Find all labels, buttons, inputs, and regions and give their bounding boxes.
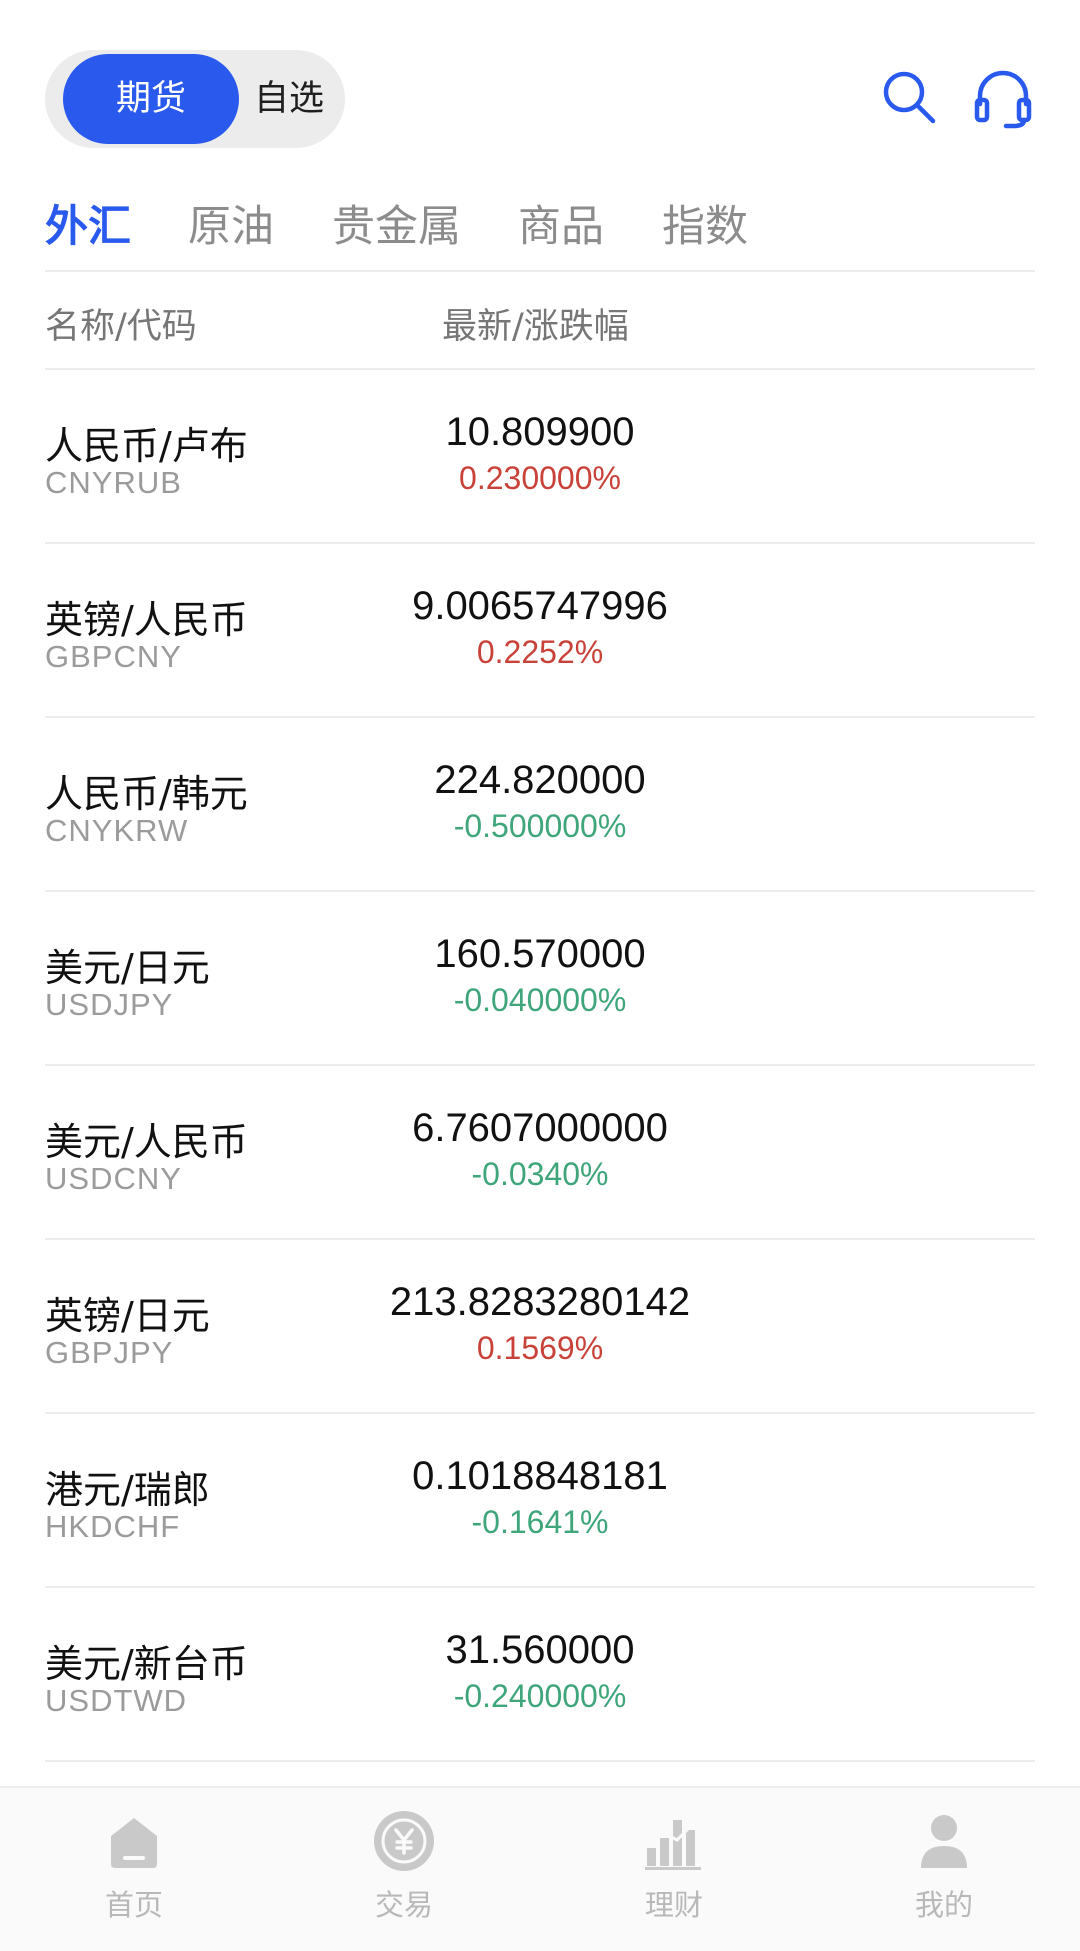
pair-name: 英镑/日元 [45,1294,210,1338]
top-bar: 期货 自选 [0,0,1080,160]
pair-code: USDTWD [45,1683,188,1718]
pair-name: 人民币/卢布 [45,424,248,468]
nav-home-label: 首页 [104,1888,163,1922]
tab-crude-oil[interactable]: 原油 [188,192,274,254]
pair-code: GBPCNY [45,639,182,674]
latest-price: 6.7607000000 [412,1106,668,1150]
tab-indices[interactable]: 指数 [662,192,748,254]
change-percent: 0.1569% [476,1330,604,1366]
nav-home[interactable]: 首页 [34,1808,234,1928]
pair-code: HKDCHF [45,1509,181,1544]
user-icon [921,1815,967,1868]
quote-row[interactable]: 英镑/日元 GBPJPY 213.8283280142 0.1569% [0,1240,1080,1414]
quote-row[interactable]: 人民币/卢布 CNYRUB 10.809900 0.230000% [0,370,1080,544]
yuan-coin-icon [374,1811,434,1871]
pair-name: 人民币/韩元 [45,772,248,816]
change-percent: -0.040000% [453,982,627,1018]
quote-row[interactable]: 美元/日元 USDJPY 160.570000 -0.040000% [0,892,1080,1066]
tab-precious-metals[interactable]: 贵金属 [332,192,461,254]
chart-bars-icon [645,1816,701,1870]
headset-icon[interactable] [970,64,1036,130]
latest-price: 213.8283280142 [389,1280,691,1324]
latest-price: 9.0065747996 [412,584,668,628]
pair-code: GBPJPY [45,1335,174,1370]
latest-price: 0.1018848181 [412,1454,668,1498]
nav-trade-label: 交易 [374,1888,433,1922]
quote-row[interactable]: 港元/瑞郎 HKDCHF 0.1018848181 -0.1641% [0,1414,1080,1588]
change-percent: 0.2252% [476,634,604,670]
latest-price: 160.570000 [434,932,646,976]
pair-code: USDCNY [45,1161,182,1196]
quote-row[interactable]: 人民币/韩元 CNYKRW 224.820000 -0.500000% [0,718,1080,892]
pair-name: 美元/日元 [45,946,210,990]
change-percent: -0.240000% [453,1678,627,1714]
column-header-name: 名称/代码 [45,307,197,347]
pair-name: 美元/人民币 [45,1120,248,1164]
nav-me-label: 我的 [914,1888,973,1922]
nav-me[interactable]: 我的 [844,1808,1044,1928]
quote-row[interactable]: 美元/新台币 USDTWD 31.560000 -0.240000% [0,1588,1080,1762]
tab-commodities[interactable]: 商品 [518,192,604,254]
row-divider [45,1760,1035,1762]
latest-price: 10.809900 [445,410,635,454]
change-percent: -0.500000% [453,808,627,844]
pair-name: 英镑/人民币 [45,598,248,642]
pair-code: CNYRUB [45,465,182,500]
pair-name: 美元/新台币 [45,1642,248,1686]
market-segment-control: 期货 自选 [45,50,345,148]
pair-code: USDJPY [45,987,174,1022]
latest-price: 224.820000 [434,758,646,802]
change-percent: 0.230000% [459,460,621,496]
bottom-navigation: 首页 交易 理财 我的 [0,1786,1080,1951]
tab-forex[interactable]: 外汇 [45,192,131,254]
latest-price: 31.560000 [445,1628,635,1672]
pair-code: CNYKRW [45,813,189,848]
quote-row[interactable]: 美元/人民币 USDCNY 6.7607000000 -0.0340% [0,1066,1080,1240]
segment-watchlist[interactable]: 自选 [241,54,337,144]
nav-wealth[interactable]: 理财 [574,1808,774,1928]
nav-trade[interactable]: 交易 [304,1808,504,1928]
column-header-price: 最新/涨跌幅 [442,307,629,347]
quote-row[interactable]: 英镑/人民币 GBPCNY 9.0065747996 0.2252% [0,544,1080,718]
segment-futures[interactable]: 期货 [63,54,239,144]
tabs-divider [45,270,1035,272]
change-percent: -0.0340% [471,1156,609,1192]
home-icon [111,1818,157,1868]
search-icon[interactable] [876,64,942,130]
change-percent: -0.1641% [471,1504,609,1540]
pair-name: 港元/瑞郎 [45,1468,210,1512]
nav-wealth-label: 理财 [644,1888,703,1922]
